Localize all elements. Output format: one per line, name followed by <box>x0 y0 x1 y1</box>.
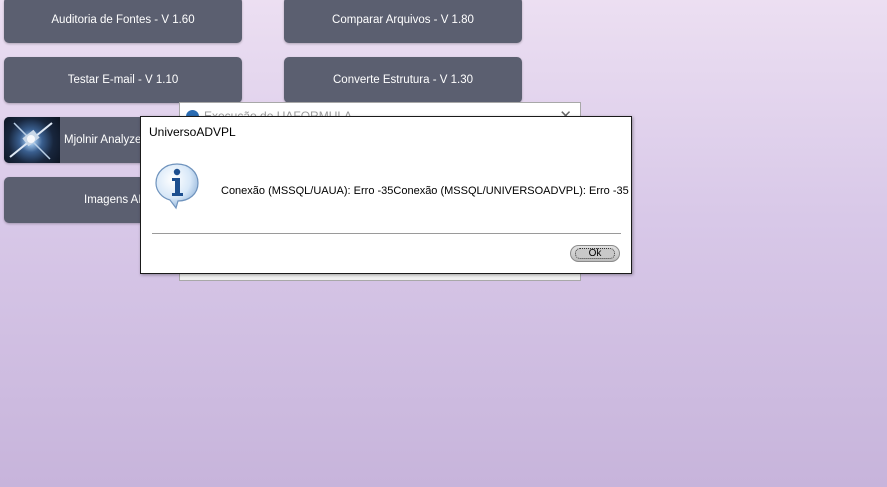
ok-label: Ok <box>575 248 615 259</box>
mjolnir-analyzer-label: Mjolnir Analyzer <box>64 134 146 146</box>
info-icon <box>153 161 201 216</box>
dialog-title: UniversoADVPL <box>149 125 236 139</box>
testar-email-label: Testar E-mail - V 1.10 <box>67 74 179 86</box>
comparar-arquivos-label: Comparar Arquivos - V 1.80 <box>332 14 474 26</box>
ok-button[interactable]: Ok <box>570 245 620 262</box>
converte-estrutura-button[interactable]: Converte Estrutura - V 1.30 <box>284 57 522 103</box>
comparar-arquivos-button[interactable]: Comparar Arquivos - V 1.80 <box>284 0 522 43</box>
auditoria-fontes-button[interactable]: Auditoria de Fontes - V 1.60 <box>4 0 242 43</box>
converte-estrutura-label: Converte Estrutura - V 1.30 <box>333 74 473 86</box>
message-dialog: UniversoADVPL Conexão (MSSQL/UAUA): Erro… <box>140 116 632 274</box>
dialog-message: Conexão (MSSQL/UAUA): Erro -35Conexão (M… <box>221 185 629 197</box>
mjolnir-hammer-icon <box>4 117 60 163</box>
auditoria-fontes-label: Auditoria de Fontes - V 1.60 <box>51 14 195 26</box>
testar-email-button[interactable]: Testar E-mail - V 1.10 <box>4 57 242 103</box>
dialog-separator <box>152 233 621 234</box>
